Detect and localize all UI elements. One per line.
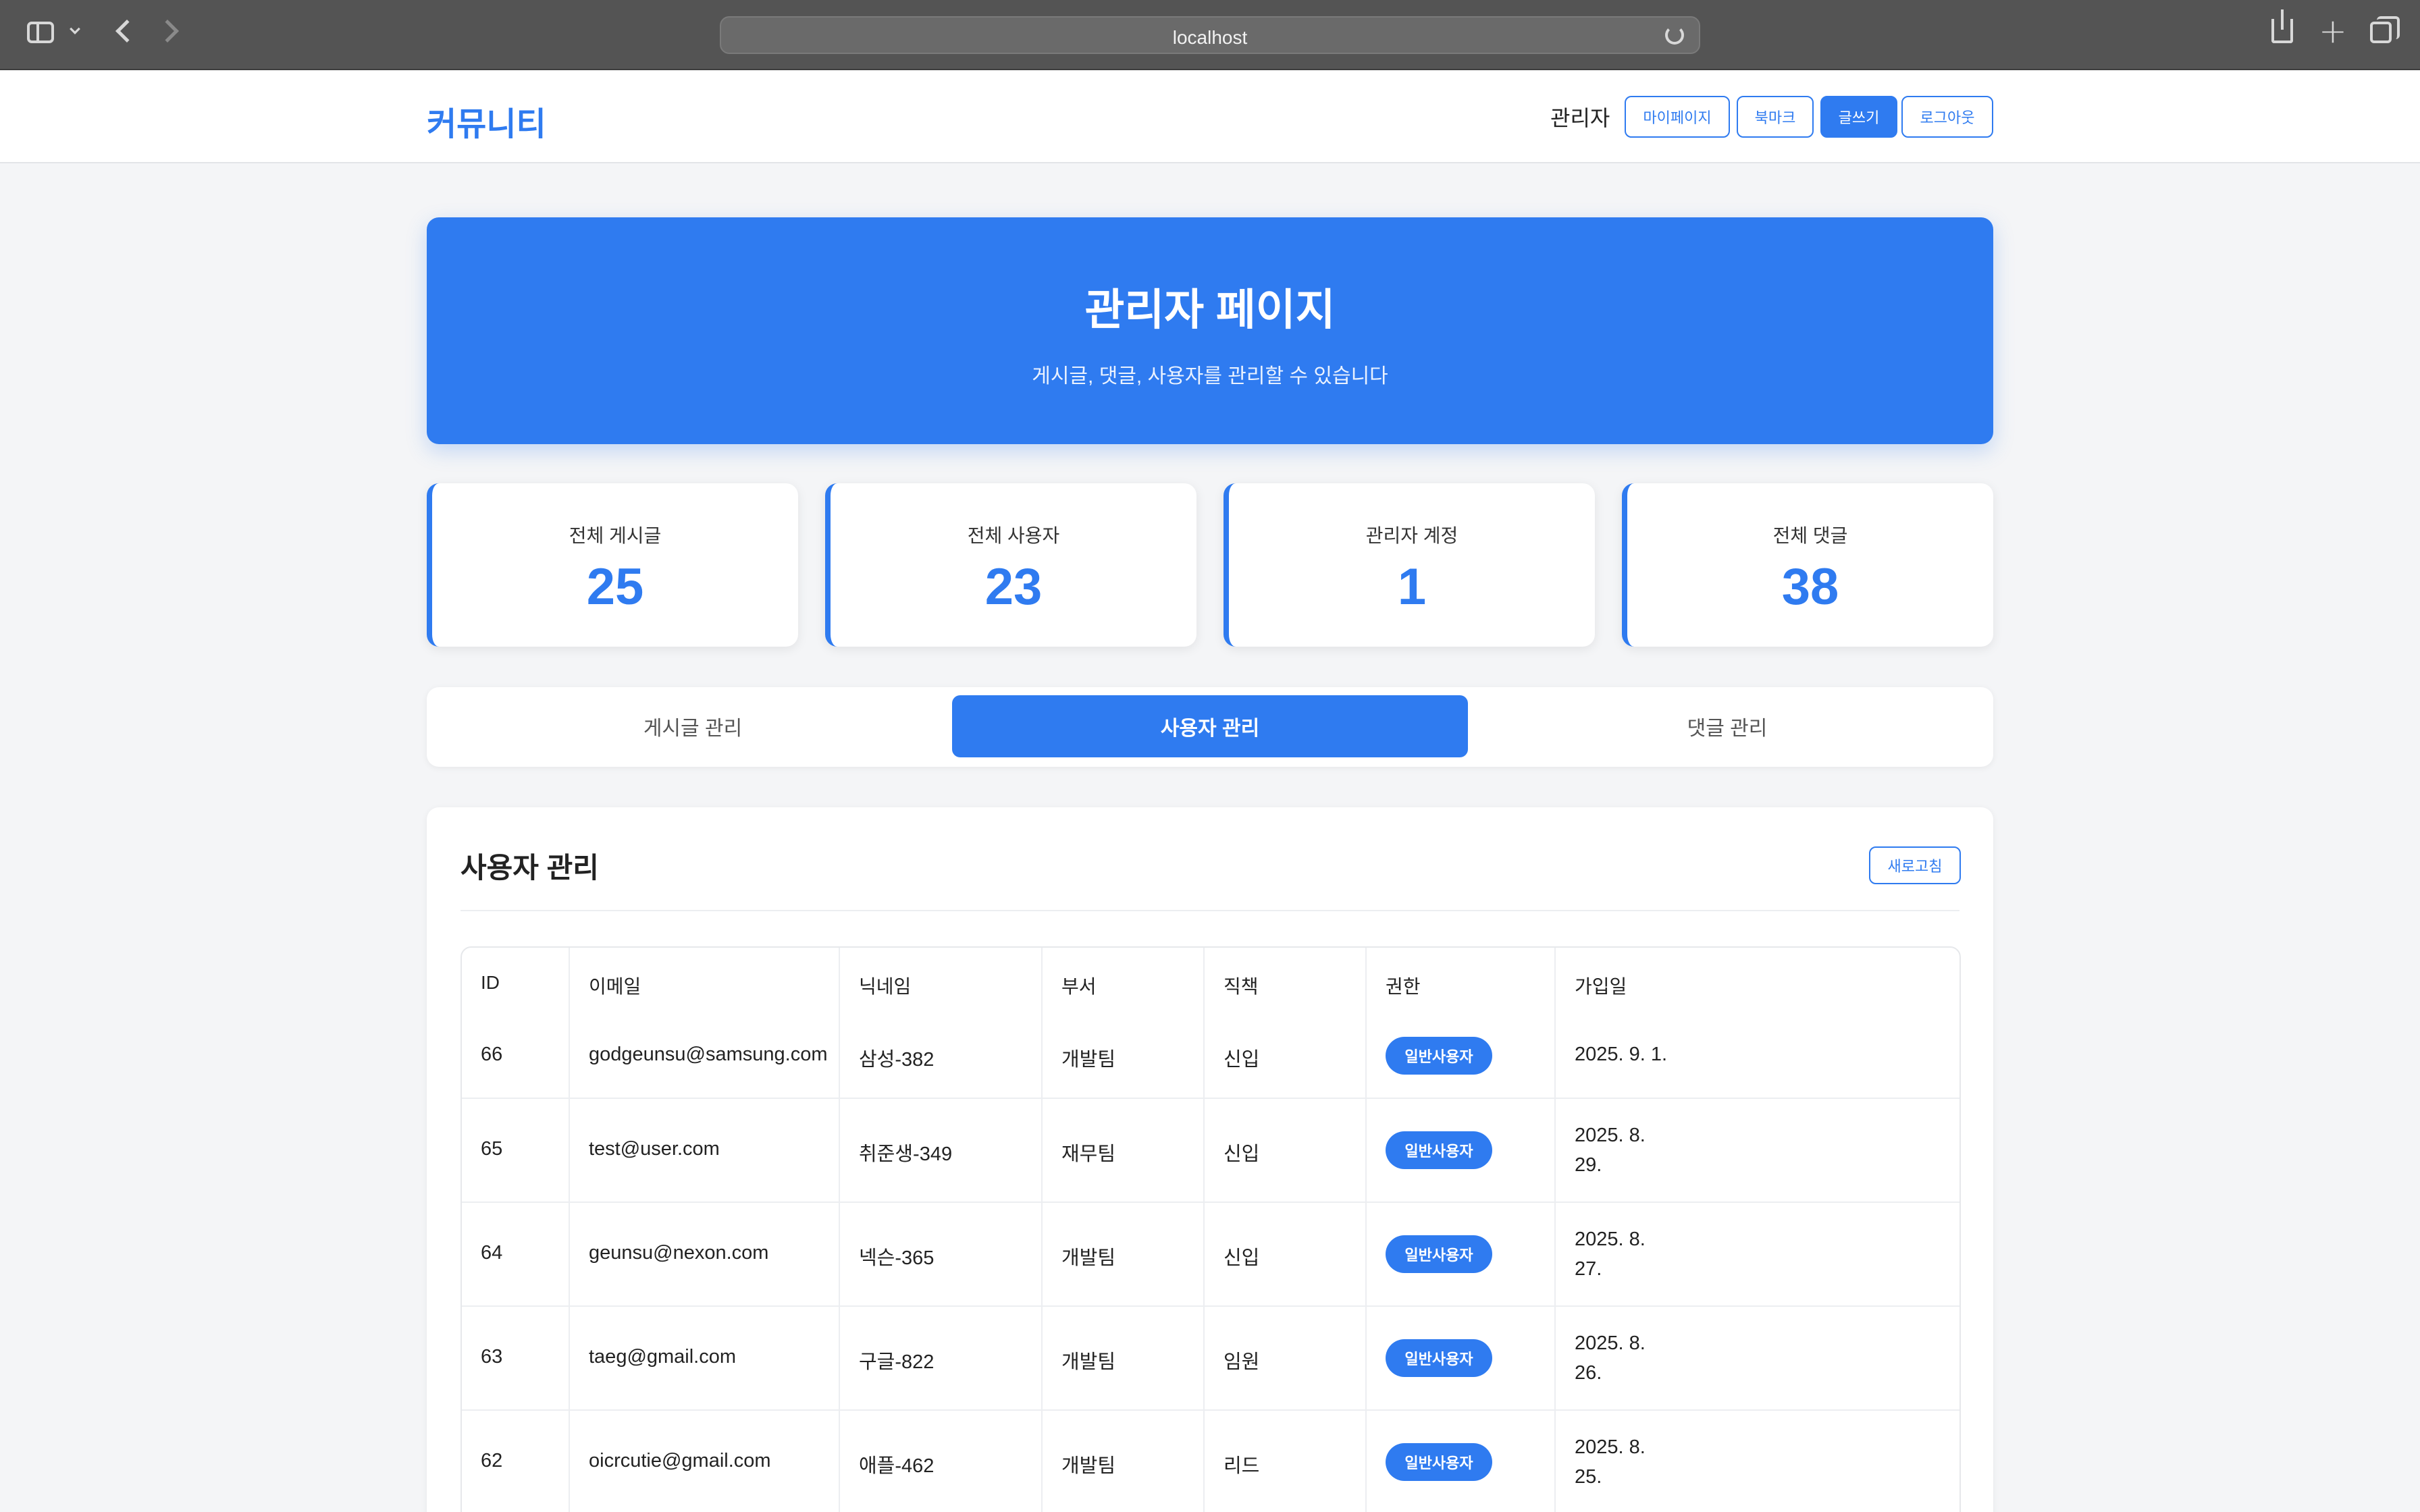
cell-id: 63 [481,1346,503,1368]
cell-nickname: 취준생-349 [859,1143,953,1165]
role-badge: 일반사용자 [1386,1131,1492,1169]
column-header-role: 권한 [1386,976,1421,997]
sidebar-toggle-icon[interactable] [27,22,54,43]
forward-arrow-icon[interactable] [156,20,179,43]
role-badge: 일반사용자 [1386,1339,1492,1377]
mypage-button[interactable]: 마이페이지 [1625,96,1730,138]
share-icon[interactable] [2271,9,2293,43]
cell-id: 65 [481,1138,503,1160]
stat-card-admins: 관리자 계정 1 [1224,483,1595,647]
stat-label: 전체 댓글 [1772,525,1848,546]
stat-value: 38 [1781,558,1839,616]
tab-overview-icon[interactable] [2370,16,2400,43]
logout-button[interactable]: 로그아웃 [1901,96,1993,138]
site-header: 커뮤니티 관리자 마이페이지 북마크 글쓰기 로그아웃 [0,70,2420,163]
role-badge: 일반사용자 [1386,1037,1492,1075]
hero-title: 관리자 페이지 [1084,286,1336,334]
reload-icon[interactable] [1665,26,1684,45]
refresh-button[interactable]: 새로고침 [1869,846,1961,884]
cell-id: 62 [481,1450,503,1472]
stat-card-posts: 전체 게시글 25 [427,483,798,647]
site-logo[interactable]: 커뮤니티 [427,97,546,144]
cell-joined: 2025. 8. 29. [1575,1125,1646,1176]
role-badge: 일반사용자 [1386,1443,1492,1481]
table-row[interactable]: 65 test@user.com 취준생-349 재무팀 신입 일반사용자 20… [462,1099,1959,1203]
write-button[interactable]: 글쓰기 [1820,96,1897,138]
cell-position: 신입 [1224,1143,1260,1165]
back-arrow-icon[interactable] [115,20,138,43]
stat-label: 전체 사용자 [967,525,1060,546]
cell-position: 신입 [1224,1049,1260,1071]
current-user-name: 관리자 [1550,106,1610,130]
column-header-nickname: 닉네임 [859,976,912,997]
cell-joined: 2025. 9. 1. [1575,1044,1668,1065]
tab-comments[interactable]: 댓글 관리 [1469,695,1985,757]
cell-nickname: 넥슨-365 [859,1247,935,1269]
cell-id: 66 [481,1044,503,1065]
cell-nickname: 구글-822 [859,1351,935,1373]
cell-email: oicrcutie@gmail.com [589,1450,771,1472]
stat-value: 25 [586,558,644,616]
browser-toolbar: localhost + [0,0,2420,70]
cell-email: test@user.com [589,1138,720,1160]
column-header-email: 이메일 [589,976,641,997]
column-header-joined: 가입일 [1575,976,1627,997]
cell-joined: 2025. 8. 27. [1575,1228,1646,1280]
stat-value: 23 [984,558,1043,616]
stat-value: 1 [1397,558,1427,616]
table-row[interactable]: 62 oicrcutie@gmail.com 애플-462 개발팀 리드 일반사… [462,1411,1959,1512]
column-header-id: ID [481,972,500,993]
cell-email: geunsu@nexon.com [589,1242,769,1264]
cell-position: 리드 [1224,1455,1260,1477]
cell-dept: 개발팀 [1061,1247,1116,1269]
panel-title: 사용자 관리 [461,852,599,884]
table-row[interactable]: 64 geunsu@nexon.com 넥슨-365 개발팀 신입 일반사용자 … [462,1203,1959,1307]
hero-subtitle: 게시글, 댓글, 사용자를 관리할 수 있습니다 [1032,365,1388,387]
stat-card-comments: 전체 댓글 38 [1622,483,1993,647]
cell-nickname: 삼성-382 [859,1049,935,1071]
cell-joined: 2025. 8. 26. [1575,1332,1646,1384]
users-table: ID 이메일 닉네임 부서 직책 권한 가입일 66 godgeunsu@sam… [461,946,1961,1512]
stat-label: 관리자 계정 [1365,525,1458,546]
tab-users[interactable]: 사용자 관리 [952,695,1468,757]
role-badge: 일반사용자 [1386,1235,1492,1273]
column-header-dept: 부서 [1061,976,1097,997]
admin-tab-bar: 게시글 관리 사용자 관리 댓글 관리 [427,687,1993,767]
divider [461,910,1959,911]
cell-position: 임원 [1224,1351,1260,1373]
user-management-panel: 사용자 관리 새로고침 ID 이메일 닉네임 부서 직책 권한 가입일 66 g… [427,807,1993,1512]
cell-dept: 재무팀 [1061,1143,1116,1165]
new-tab-icon[interactable]: + [2319,14,2347,48]
stat-label: 전체 게시글 [569,525,662,546]
cell-dept: 개발팀 [1061,1351,1116,1373]
cell-email: godgeunsu@samsung.com [589,1044,828,1065]
cell-id: 64 [481,1242,503,1264]
address-bar-url: localhost [1172,27,1248,48]
bookmark-button[interactable]: 북마크 [1737,96,1814,138]
cell-dept: 개발팀 [1061,1049,1116,1071]
table-row[interactable]: 63 taeg@gmail.com 구글-822 개발팀 임원 일반사용자 20… [462,1307,1959,1411]
address-bar[interactable]: localhost [720,16,1700,54]
table-row[interactable]: 66 godgeunsu@samsung.com 삼성-382 개발팀 신입 일… [462,1018,1959,1099]
chevron-down-icon[interactable] [70,24,80,34]
column-header-position: 직책 [1224,976,1259,997]
cell-joined: 2025. 8. 25. [1575,1436,1646,1488]
table-header: ID 이메일 닉네임 부서 직책 권한 가입일 [462,948,1959,1018]
tab-posts[interactable]: 게시글 관리 [435,695,951,757]
stat-card-users: 전체 사용자 23 [825,483,1196,647]
cell-dept: 개발팀 [1061,1455,1116,1477]
cell-nickname: 애플-462 [859,1455,935,1477]
cell-email: taeg@gmail.com [589,1346,737,1368]
cell-position: 신입 [1224,1247,1260,1269]
admin-hero-banner: 관리자 페이지 게시글, 댓글, 사용자를 관리할 수 있습니다 [427,217,1993,444]
